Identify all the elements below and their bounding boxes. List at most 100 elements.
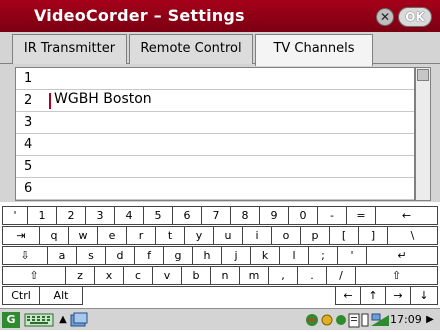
key[interactable]: 0: [288, 206, 318, 225]
key[interactable]: ': [2, 206, 28, 225]
key[interactable]: 4: [114, 206, 144, 225]
key[interactable]: 1: [27, 206, 57, 225]
keyboard-row-bottom: Ctrl Alt ← ↑ → ↓: [0, 286, 440, 305]
key[interactable]: u: [213, 226, 243, 245]
key[interactable]: /: [326, 266, 356, 285]
connection-icon[interactable]: [304, 312, 320, 328]
key[interactable]: i: [242, 226, 272, 245]
task-window-icon[interactable]: [70, 312, 88, 328]
channels-panel: 1 2 WGBH Boston 3 4 5 6: [0, 64, 440, 202]
clock: 17:09: [390, 313, 422, 326]
channel-number: 6: [24, 181, 33, 196]
key[interactable]: -: [317, 206, 347, 225]
key[interactable]: 3: [85, 206, 115, 225]
key[interactable]: 5: [143, 206, 173, 225]
key[interactable]: r: [126, 226, 156, 245]
key[interactable]: l: [279, 246, 309, 265]
play-icon[interactable]: ▶: [424, 312, 436, 328]
status-bar: G ▲ 17:09 ▶: [0, 308, 440, 330]
shift-left-key[interactable]: ⇧: [2, 266, 66, 285]
caps-lock-key[interactable]: ⇩: [2, 246, 48, 265]
key[interactable]: ;: [308, 246, 338, 265]
key[interactable]: c: [123, 266, 153, 285]
key[interactable]: =: [346, 206, 376, 225]
key[interactable]: a: [47, 246, 77, 265]
tab-key[interactable]: ⇥: [2, 226, 40, 245]
arrow-right-key[interactable]: →: [385, 286, 411, 305]
media-icon[interactable]: [320, 312, 334, 328]
space-key[interactable]: [82, 286, 336, 305]
text-cursor: [49, 93, 51, 109]
channel-row[interactable]: 3: [16, 112, 414, 134]
channel-number: 3: [24, 115, 33, 130]
key[interactable]: x: [94, 266, 124, 285]
key[interactable]: ,: [268, 266, 298, 285]
channel-number: 4: [24, 137, 33, 152]
key[interactable]: t: [155, 226, 185, 245]
key[interactable]: ]: [358, 226, 388, 245]
vertical-scrollbar[interactable]: [415, 67, 431, 201]
key[interactable]: s: [76, 246, 106, 265]
close-button[interactable]: ✕: [376, 8, 394, 26]
channel-row[interactable]: 5: [16, 156, 414, 178]
enter-key[interactable]: ↵: [366, 246, 438, 265]
key[interactable]: y: [184, 226, 214, 245]
ctrl-key[interactable]: Ctrl: [2, 286, 40, 305]
keyboard-row-home: ⇩ a s d f g h j k l ; ' ↵: [0, 246, 440, 265]
key[interactable]: m: [239, 266, 269, 285]
clipboard-icon[interactable]: [348, 312, 360, 328]
backspace-key[interactable]: ←: [375, 206, 438, 225]
battery-icon: [361, 312, 369, 328]
channel-row[interactable]: 1: [16, 68, 414, 90]
key[interactable]: 2: [56, 206, 86, 225]
network-icon[interactable]: [334, 312, 348, 328]
alt-key[interactable]: Alt: [39, 286, 83, 305]
arrow-down-key[interactable]: ↓: [410, 286, 438, 305]
key[interactable]: z: [65, 266, 95, 285]
key[interactable]: 8: [230, 206, 260, 225]
key[interactable]: q: [39, 226, 69, 245]
menu-up-arrow-icon[interactable]: ▲: [58, 312, 68, 328]
channel-row[interactable]: 6: [16, 178, 414, 200]
keyboard-row-qwerty: ⇥ q w e r t y u i o p [ ] \: [0, 226, 440, 245]
home-icon[interactable]: G: [2, 312, 20, 328]
key[interactable]: 6: [172, 206, 202, 225]
keyboard-icon[interactable]: [24, 312, 54, 328]
scrollbar-thumb[interactable]: [417, 69, 429, 81]
key[interactable]: o: [271, 226, 301, 245]
channel-number: 5: [24, 159, 33, 174]
key[interactable]: .: [297, 266, 327, 285]
channel-list: 1 2 WGBH Boston 3 4 5 6: [15, 67, 415, 201]
tab-tv-channels[interactable]: TV Channels: [255, 34, 373, 66]
key[interactable]: 9: [259, 206, 289, 225]
key[interactable]: h: [192, 246, 222, 265]
key[interactable]: ': [337, 246, 367, 265]
key[interactable]: f: [134, 246, 164, 265]
shift-right-key[interactable]: ⇧: [355, 266, 438, 285]
key[interactable]: p: [300, 226, 330, 245]
tab-remote-control[interactable]: Remote Control: [129, 34, 253, 64]
key[interactable]: g: [163, 246, 193, 265]
channel-row[interactable]: 2 WGBH Boston: [16, 90, 414, 112]
tab-bar: IR Transmitter Remote Control TV Channel…: [0, 32, 440, 66]
arrow-left-key[interactable]: ←: [335, 286, 361, 305]
key[interactable]: d: [105, 246, 135, 265]
arrow-up-key[interactable]: ↑: [360, 286, 386, 305]
key[interactable]: 7: [201, 206, 231, 225]
tab-ir-transmitter[interactable]: IR Transmitter: [12, 34, 127, 64]
channel-row[interactable]: 4: [16, 134, 414, 156]
key[interactable]: k: [250, 246, 280, 265]
key[interactable]: b: [181, 266, 211, 285]
keyboard-row-numbers: ' 1 2 3 4 5 6 7 8 9 0 - = ←: [0, 206, 440, 225]
key[interactable]: \: [387, 226, 438, 245]
key[interactable]: [: [329, 226, 359, 245]
key[interactable]: n: [210, 266, 240, 285]
keyboard-row-shift: ⇧ z x c v b n m , . / ⇧: [0, 266, 440, 285]
key[interactable]: w: [68, 226, 98, 245]
key[interactable]: j: [221, 246, 251, 265]
key[interactable]: v: [152, 266, 182, 285]
key[interactable]: e: [97, 226, 127, 245]
window-title: VideoCorder – Settings: [34, 6, 245, 25]
channel-name-field[interactable]: WGBH Boston: [54, 91, 152, 107]
ok-button[interactable]: OK: [398, 7, 432, 27]
